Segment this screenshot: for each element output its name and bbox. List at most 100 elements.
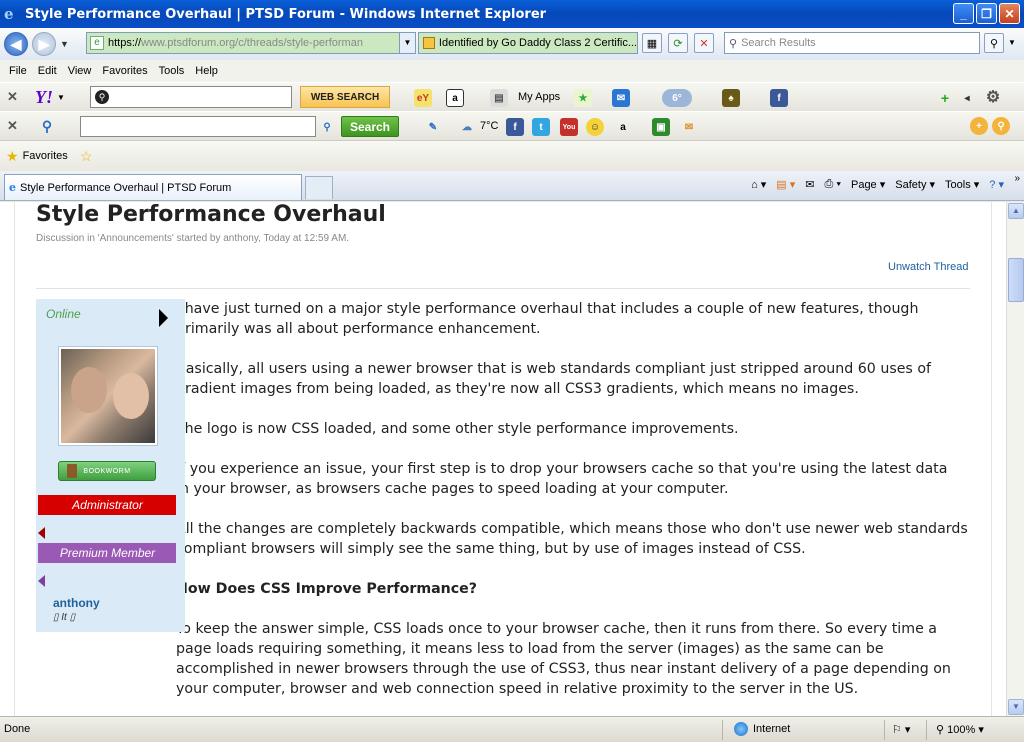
post-paragraph: The logo is now CSS loaded, and some oth…: [176, 421, 739, 437]
add-favorite-icon[interactable]: ☆: [80, 148, 93, 165]
yahoo-dropdown-icon[interactable]: ▼: [57, 93, 65, 102]
command-tools[interactable]: Tools ▾: [945, 178, 979, 191]
read-mail-icon[interactable]: ✉: [805, 178, 814, 191]
help-icon[interactable]: ? ▾: [989, 178, 1004, 191]
ribbon-tail-icon: [38, 575, 45, 587]
add-icon[interactable]: +: [936, 89, 954, 107]
unwatch-thread-link[interactable]: Unwatch Thread: [888, 261, 969, 273]
twitter-icon[interactable]: t: [532, 118, 550, 136]
online-status: Online: [46, 307, 81, 321]
status-text: Done: [4, 723, 31, 735]
yahoo-toolbar: ✕ Y! ▼ ⚲ WEB SEARCH eY a ▤ My Apps ★ ✉ 6…: [0, 82, 1024, 112]
search-engine-icon[interactable]: ⚲: [318, 118, 336, 136]
menu-view[interactable]: View: [68, 65, 92, 77]
restore-button[interactable]: ❐: [976, 3, 997, 24]
padlock-icon: [423, 37, 435, 49]
address-dropdown-icon[interactable]: ▼: [399, 33, 415, 53]
post-paragraph: To keep the answer simple, CSS loads onc…: [176, 621, 951, 697]
status-bar: Done Internet ⚐ ▾ ⚲ 100% ▾: [0, 716, 1024, 742]
back-button[interactable]: ◀: [4, 32, 28, 56]
scroll-up-button[interactable]: ▲: [1008, 203, 1024, 219]
search-toolbar: ✕ ⚲ ⚲ Search ✎ ☁ 7°C f t You ☺ a ▣ ✉ + ⚲: [0, 111, 1024, 141]
scroll-down-button[interactable]: ▼: [1008, 699, 1024, 715]
web-search-button[interactable]: WEB SEARCH: [300, 86, 390, 108]
protected-mode-icon[interactable]: ⚐ ▾: [892, 723, 910, 736]
add-circle-icon[interactable]: +: [970, 117, 988, 135]
favorites-star-icon[interactable]: ★: [6, 148, 19, 165]
smiley-icon[interactable]: ☺: [586, 118, 604, 136]
post-paragraph: I have just turned on a major style perf…: [176, 301, 919, 337]
yahoo-search-input[interactable]: ⚲: [90, 86, 292, 108]
search-options-icon[interactable]: ▼: [1008, 38, 1016, 47]
post-paragraph: All the changes are completely backwards…: [176, 521, 968, 557]
close-toolbar-icon[interactable]: ✕: [7, 89, 23, 105]
refresh-button[interactable]: ⟳: [668, 33, 688, 53]
photo-icon[interactable]: ▣: [652, 118, 670, 136]
gear-icon[interactable]: ⚙: [984, 88, 1002, 106]
thread-meta: Discussion in 'Announcements' started by…: [36, 233, 350, 244]
tab-active[interactable]: e Style Performance Overhaul | PTSD Foru…: [4, 174, 302, 200]
chevron-left-icon[interactable]: ◂: [958, 89, 976, 107]
compatibility-view-button[interactable]: ▦: [642, 33, 662, 53]
forward-button[interactable]: ▶: [32, 32, 56, 56]
security-zone[interactable]: Internet: [734, 722, 790, 736]
feeds-icon[interactable]: ▤ ▾: [776, 178, 795, 191]
weather-icon[interactable]: 6°: [662, 89, 692, 107]
username-link[interactable]: anthony: [53, 596, 100, 610]
stop-button[interactable]: ✕: [694, 33, 714, 53]
search-button[interactable]: Search: [341, 116, 399, 137]
mail-icon[interactable]: ✉: [680, 118, 698, 136]
arrow-right-icon: [159, 309, 168, 327]
menu-help[interactable]: Help: [195, 65, 218, 77]
amazon-icon[interactable]: a: [614, 118, 632, 136]
avatar[interactable]: [58, 346, 158, 446]
navigation-bar: ◀ ▶ ▼ e https://www.ptsdforum.org/c/thre…: [0, 28, 1024, 60]
command-page[interactable]: Page ▾: [851, 178, 885, 191]
toolbar-search-input[interactable]: [80, 116, 316, 137]
games-icon[interactable]: ♠: [722, 89, 740, 107]
favorites-button[interactable]: Favorites: [23, 150, 68, 162]
close-toolbar-icon[interactable]: ✕: [7, 118, 23, 134]
window-controls: _ ❐ ✕: [953, 3, 1020, 24]
favorites-bar: ★ Favorites ☆: [0, 141, 1024, 171]
minimize-button[interactable]: _: [953, 3, 974, 24]
menu-tools[interactable]: Tools: [159, 65, 185, 77]
temperature-text[interactable]: 7°C: [480, 120, 498, 132]
history-dropdown-icon[interactable]: ▼: [60, 39, 69, 49]
command-safety[interactable]: Safety ▾: [895, 178, 935, 191]
new-tab-button[interactable]: [305, 176, 333, 199]
youtube-icon[interactable]: You: [560, 118, 578, 136]
vertical-scrollbar[interactable]: ▲ ▼: [1006, 202, 1024, 716]
cloud-icon: ☁: [462, 121, 472, 133]
chevron-right-icon[interactable]: »: [1014, 173, 1020, 184]
zoom-level[interactable]: ⚲ 100% ▾: [936, 723, 984, 736]
menu-favorites[interactable]: Favorites: [102, 65, 147, 77]
yahoo-logo-icon[interactable]: Y!: [35, 87, 53, 108]
search-placeholder: Search Results: [741, 37, 816, 49]
search-go-button[interactable]: ⚲: [984, 33, 1004, 53]
address-bar[interactable]: e https://www.ptsdforum.org/c/threads/st…: [86, 32, 416, 54]
my-apps-icon[interactable]: ▤: [490, 89, 508, 107]
menu-file[interactable]: File: [9, 65, 27, 77]
menu-edit[interactable]: Edit: [38, 65, 57, 77]
amazon-icon[interactable]: a: [446, 89, 464, 107]
url-text[interactable]: https://www.ptsdforum.org/c/threads/styl…: [108, 37, 408, 49]
title-bar: e Style Performance Overhaul | PTSD Foru…: [0, 0, 1024, 28]
home-icon[interactable]: ⌂ ▾: [751, 178, 766, 191]
print-icon[interactable]: ⎙ ▾: [825, 178, 841, 191]
user-title: ▯ It ▯: [53, 612, 76, 623]
ebay-icon[interactable]: eY: [414, 89, 432, 107]
highlight-icon[interactable]: ✎: [424, 118, 442, 136]
panel-edge: [176, 299, 185, 632]
search-circle-icon[interactable]: ⚲: [992, 117, 1010, 135]
certificate-indicator[interactable]: Identified by Go Daddy Class 2 Certific.…: [418, 32, 638, 54]
toolbar-logo-icon[interactable]: ⚲: [38, 117, 56, 135]
scroll-thumb[interactable]: [1008, 258, 1024, 302]
mail-icon[interactable]: ✉: [612, 89, 630, 107]
my-apps-label[interactable]: My Apps: [518, 91, 560, 103]
bookmark-icon[interactable]: ★: [574, 89, 592, 107]
close-button[interactable]: ✕: [999, 3, 1020, 24]
search-box[interactable]: ⚲ Search Results: [724, 32, 980, 54]
facebook-icon[interactable]: f: [506, 118, 524, 136]
facebook-icon[interactable]: f: [770, 89, 788, 107]
